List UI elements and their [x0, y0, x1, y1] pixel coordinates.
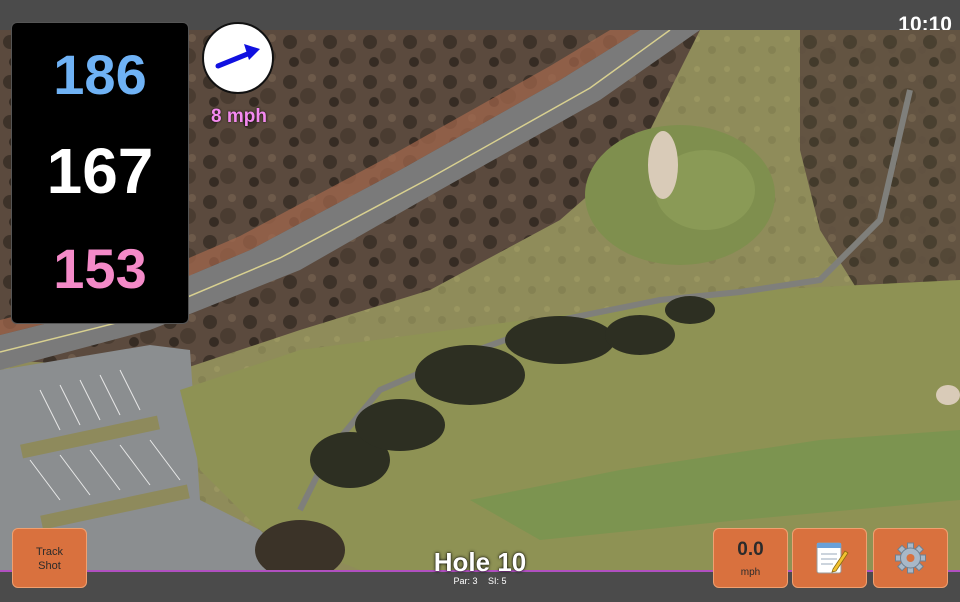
- wind-arrow-icon: [215, 44, 260, 69]
- notes-button[interactable]: [792, 528, 867, 588]
- track-shot-label-line1: Track: [35, 546, 64, 558]
- hole-title: Hole 10: [433, 547, 527, 577]
- track-shot-button[interactable]: Track Shot: [12, 528, 87, 588]
- track-shot-label-line2: Shot: [38, 560, 61, 572]
- notepad-icon: [816, 542, 849, 574]
- middle-distance: 167: [46, 135, 154, 207]
- hole-info: Par: 3 SI: 5: [380, 577, 580, 586]
- front-distance: 153: [53, 237, 147, 300]
- speed-unit: mph: [740, 567, 761, 578]
- speed-value: 0.0: [737, 539, 764, 560]
- wind-speed-label: 8 mph: [211, 106, 267, 127]
- speed-button[interactable]: 0.0 mph: [713, 528, 788, 588]
- wind-indicator: [202, 22, 274, 94]
- hole-stroke-index: SI: 5: [488, 576, 507, 586]
- settings-button[interactable]: [873, 528, 948, 588]
- distance-panel: 186 167 153: [11, 22, 189, 324]
- back-distance: 186: [53, 43, 147, 106]
- hole-par: Par: 3: [453, 576, 478, 586]
- gear-icon: [895, 542, 926, 574]
